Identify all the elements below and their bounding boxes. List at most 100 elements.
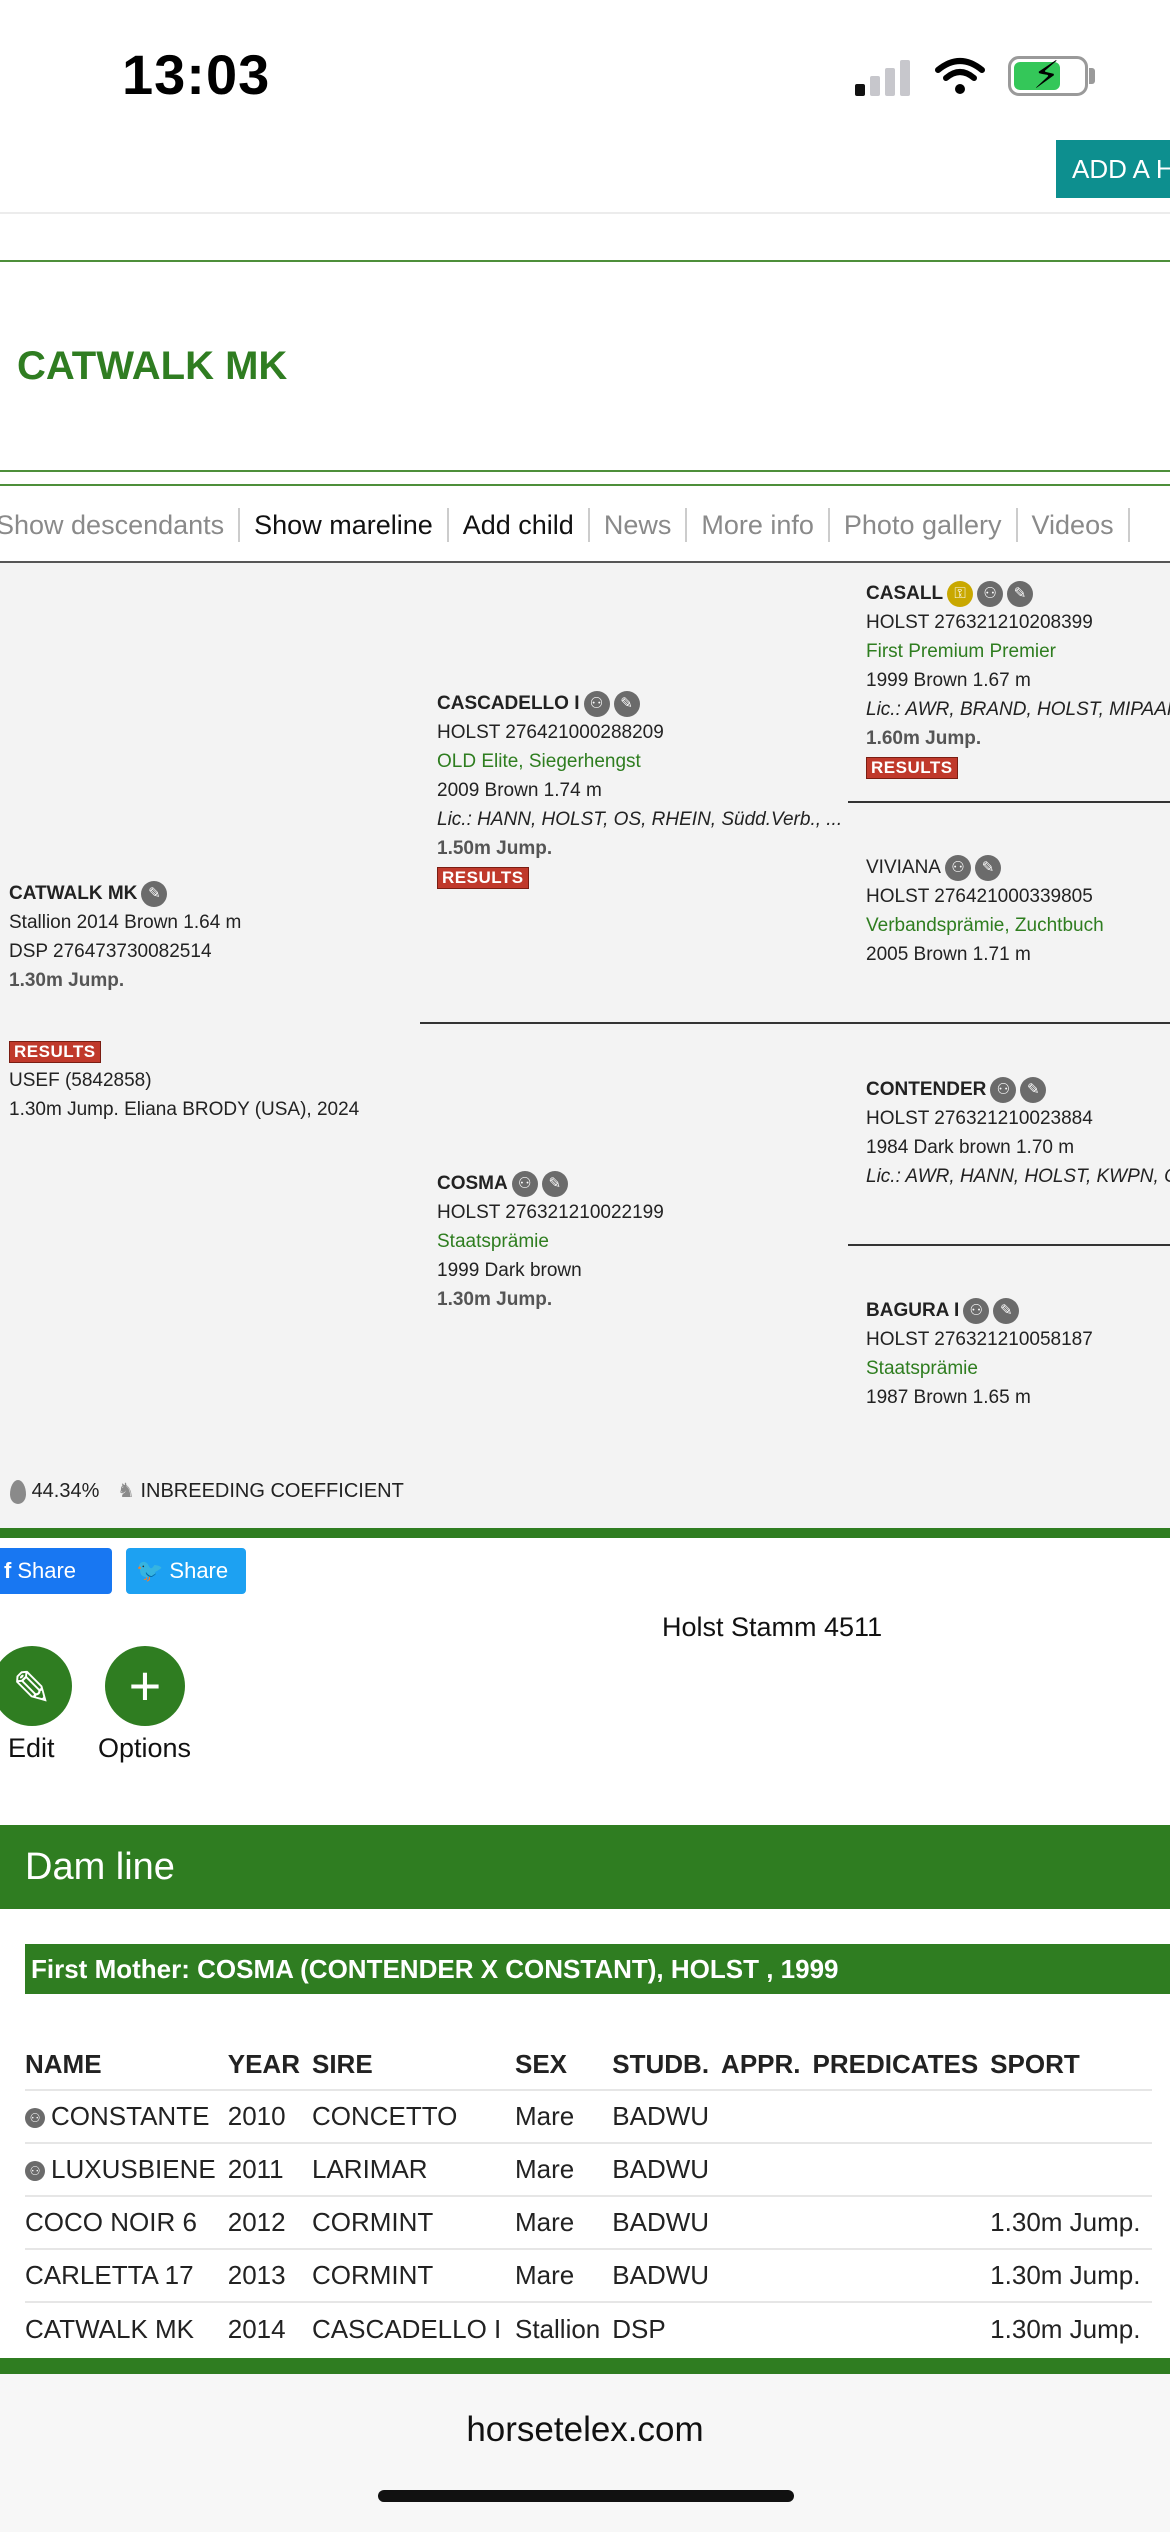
results-badge[interactable]: RESULTS — [437, 867, 529, 889]
sire-dam-predicates: Verbandsprämie, Zuchtbuch — [866, 915, 1104, 936]
cell-text: Mare — [514, 2154, 575, 2184]
edit-icon[interactable]: ✎ — [141, 880, 168, 907]
tab-photo-gallery[interactable]: Photo gallery — [830, 508, 1018, 542]
edit-icon[interactable]: ✎ — [974, 854, 1001, 881]
table-row[interactable]: COCO NOIR 6 2012 CORMINT Mare BADWU 1.30m Jum… — [25, 2195, 1153, 2249]
options-button[interactable]: + — [105, 1646, 185, 1726]
pedigree-sire-dam: VIVIANA ⚇ ✎ HOLST 276421000339805 Verbands… — [866, 853, 1104, 969]
cell-name[interactable]: CATWALK MK — [25, 2301, 228, 2355]
edit-icon[interactable]: ✎ — [613, 690, 640, 717]
sire-sire-lic: Lic.: AWR, BRAND, HOLST, MIPAAF, R — [866, 699, 1170, 720]
edit-icon[interactable]: ✎ — [1020, 1076, 1047, 1103]
tab-news[interactable]: News — [590, 508, 688, 542]
cell-predicates — [812, 2089, 991, 2143]
section-divider — [0, 2358, 1170, 2374]
sire-name[interactable]: CASCADELLO I — [437, 693, 580, 714]
sire-jump: 1.50m Jump. — [437, 838, 553, 859]
family-tree-icon[interactable]: ⚇ — [25, 2161, 45, 2182]
facebook-share-label: Share — [17, 1558, 77, 1583]
family-tree-icon[interactable]: ⚇ — [583, 690, 610, 717]
facebook-share-button[interactable]: f Share — [0, 1548, 112, 1594]
cell-text: 2011 — [227, 2154, 284, 2184]
cell-sire[interactable]: LARIMAR — [311, 2142, 515, 2196]
sire-sire-info: 1999 Brown 1.67 m — [866, 670, 1031, 691]
dam-jump: 1.30m Jump. — [437, 1289, 553, 1310]
tab-show-descendants[interactable]: Show descendants — [0, 508, 241, 542]
sire-predicates: OLD Elite, Siegerhengst — [437, 751, 641, 772]
cell-text: CONSTANTE — [51, 2101, 210, 2131]
family-tree-icon[interactable]: ⚇ — [977, 580, 1004, 607]
table-row[interactable]: ⚇ CONSTANTE 2010 CONCETTO Mare BADWU — [25, 2089, 1153, 2143]
inbreeding-row: 44.34% ♞ INBREEDING COEFFICIENT — [10, 1477, 404, 1506]
cell-sire[interactable]: CORMINT — [311, 2195, 515, 2249]
cell-studb: DSP — [612, 2301, 722, 2355]
results-badge[interactable]: RESULTS — [9, 1041, 101, 1063]
family-tree-icon[interactable]: ⚇ — [963, 1297, 990, 1324]
cell-name[interactable]: CARLETTA 17 — [25, 2248, 228, 2302]
cell-name[interactable]: ⚇ LUXUSBIENE — [25, 2142, 228, 2196]
address-bar[interactable]: horsetelex.com — [0, 2410, 1170, 2450]
cell-name[interactable]: ⚇ CONSTANTE — [25, 2089, 228, 2143]
cell-predicates — [812, 2142, 991, 2196]
edit-icon[interactable]: ✎ — [541, 1170, 568, 1197]
edit-button[interactable]: ✎ — [0, 1646, 72, 1726]
sire-dam-name[interactable]: VIVIANA — [866, 857, 941, 878]
key-icon[interactable]: ⚿ — [947, 580, 974, 607]
family-tree-icon[interactable]: ⚇ — [944, 854, 971, 881]
dam-reg: HOLST 276321210022199 — [437, 1202, 664, 1223]
subject-reg: DSP 276473730082514 — [9, 941, 212, 962]
pedigree-divider — [848, 1244, 1170, 1246]
first-mother-bar[interactable]: First Mother: COSMA (CONTENDER X CONSTAN… — [25, 1944, 1170, 1994]
tab-show-mareline[interactable]: Show mareline — [240, 508, 449, 542]
cell-studb: BADWU — [612, 2142, 722, 2196]
tab-more-info[interactable]: More info — [687, 508, 830, 542]
dam-name[interactable]: COSMA — [437, 1173, 508, 1194]
divider — [0, 470, 1170, 472]
subject-name[interactable]: CATWALK MK — [9, 883, 137, 904]
sire-sire-name[interactable]: CASALL — [866, 583, 943, 604]
pedigree-divider — [848, 801, 1170, 803]
cell-sire[interactable]: CASCADELLO I — [311, 2301, 515, 2355]
table-row[interactable]: CARLETTA 17 2013 CORMINT Mare BADWU 1.30m Jum… — [25, 2248, 1153, 2302]
add-horse-button[interactable]: ADD A H — [1056, 140, 1170, 198]
cell-text: LUXUSBIENE — [51, 2154, 216, 2184]
inbreeding-label[interactable]: INBREEDING COEFFICIENT — [140, 1480, 403, 1502]
tab-videos[interactable]: Videos — [1018, 508, 1130, 542]
edit-icon[interactable]: ✎ — [1007, 580, 1034, 607]
table-row[interactable]: CATWALK MK 2014 CASCADELLO I Stallion DSP 1.3… — [25, 2301, 1153, 2355]
edit-icon[interactable]: ✎ — [993, 1297, 1020, 1324]
cell-text: BADWU — [612, 2207, 710, 2237]
options-label: Options — [98, 1733, 192, 1763]
cell-text: BADWU — [612, 2101, 710, 2131]
pencil-icon: ✎ — [11, 1663, 53, 1716]
column-header: NAME — [25, 2049, 102, 2079]
cell-text: COCO NOIR 6 — [25, 2207, 197, 2237]
cell-year: 2011 — [227, 2142, 312, 2196]
twitter-share-button[interactable]: 🐦 Share — [126, 1548, 246, 1594]
family-tree-icon[interactable]: ⚇ — [990, 1076, 1017, 1103]
cell-studb: BADWU — [612, 2089, 722, 2143]
pedigree-dam-sire: CONTENDER ⚇ ✎ HOLST 276321210023884 1984 D… — [866, 1075, 1170, 1191]
dam-dam-name[interactable]: BAGURA I — [866, 1300, 959, 1321]
cell-sire[interactable]: CONCETTO — [311, 2089, 515, 2143]
cell-studb: BADWU — [612, 2248, 722, 2302]
dam-predicates: Staatsprämie — [437, 1231, 549, 1252]
pedigree-dam-dam: BAGURA I ⚇ ✎ HOLST 276321210058187 Staatsp… — [866, 1296, 1093, 1412]
column-header: PREDICATES — [812, 2049, 979, 2079]
table-header-row: NAME YEAR SIRE SEX STUDB. APPR. PREDICAT… — [25, 2040, 1152, 2090]
cell-sire[interactable]: CORMINT — [311, 2248, 515, 2302]
cellular-signal-icon — [855, 60, 915, 96]
battery-tip — [1089, 68, 1095, 84]
family-tree-icon[interactable]: ⚇ — [25, 2108, 45, 2129]
table-row[interactable]: ⚇ LUXUSBIENE 2011 LARIMAR Mare BADWU — [25, 2142, 1153, 2196]
results-badge[interactable]: RESULTS — [866, 757, 958, 779]
family-tree-icon[interactable]: ⚇ — [511, 1170, 538, 1197]
cell-year: 2012 — [227, 2195, 312, 2249]
tab-add-child[interactable]: Add child — [449, 508, 590, 542]
pedigree-subject: CATWALK MK ✎ Stallion 2014 Brown 1.64 m D… — [9, 879, 359, 1124]
cell-name[interactable]: COCO NOIR 6 — [25, 2195, 228, 2249]
cell-sex: Mare — [514, 2248, 613, 2302]
dam-sire-name[interactable]: CONTENDER — [866, 1079, 986, 1100]
cell-sport: 1.30m Jump. — [990, 2195, 1153, 2249]
twitter-share-label: Share — [169, 1558, 229, 1583]
